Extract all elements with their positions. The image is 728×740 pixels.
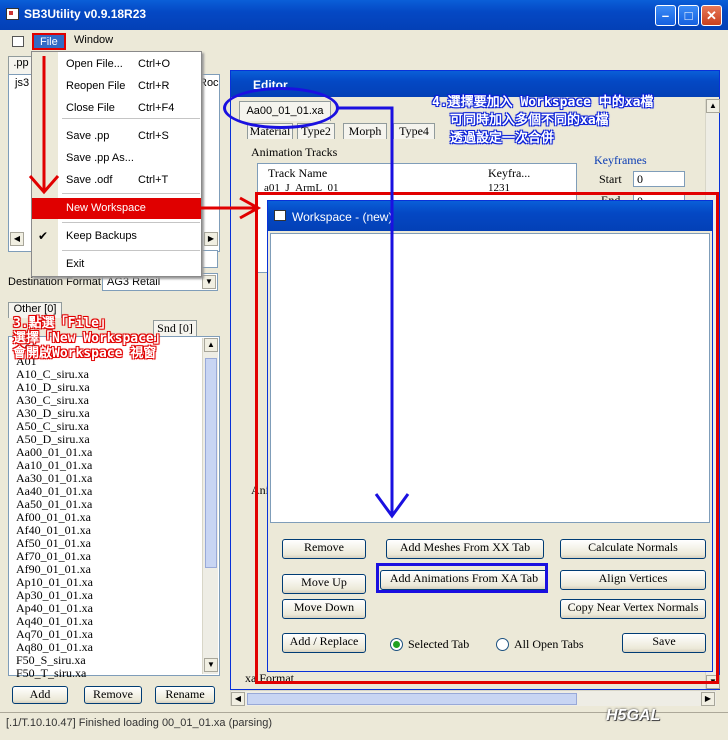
annotation-step4: 4.選擇要加入 Workspace 中的xa檔 可同時加入多個不同的xa檔 透過… <box>432 95 654 146</box>
blue-arrow-path <box>338 106 394 514</box>
annotation-step3: 3.點選「File」 選擇「New Workspace」 會開啟Workspac… <box>13 316 167 361</box>
watermark-logo: H5GAL <box>606 707 661 724</box>
